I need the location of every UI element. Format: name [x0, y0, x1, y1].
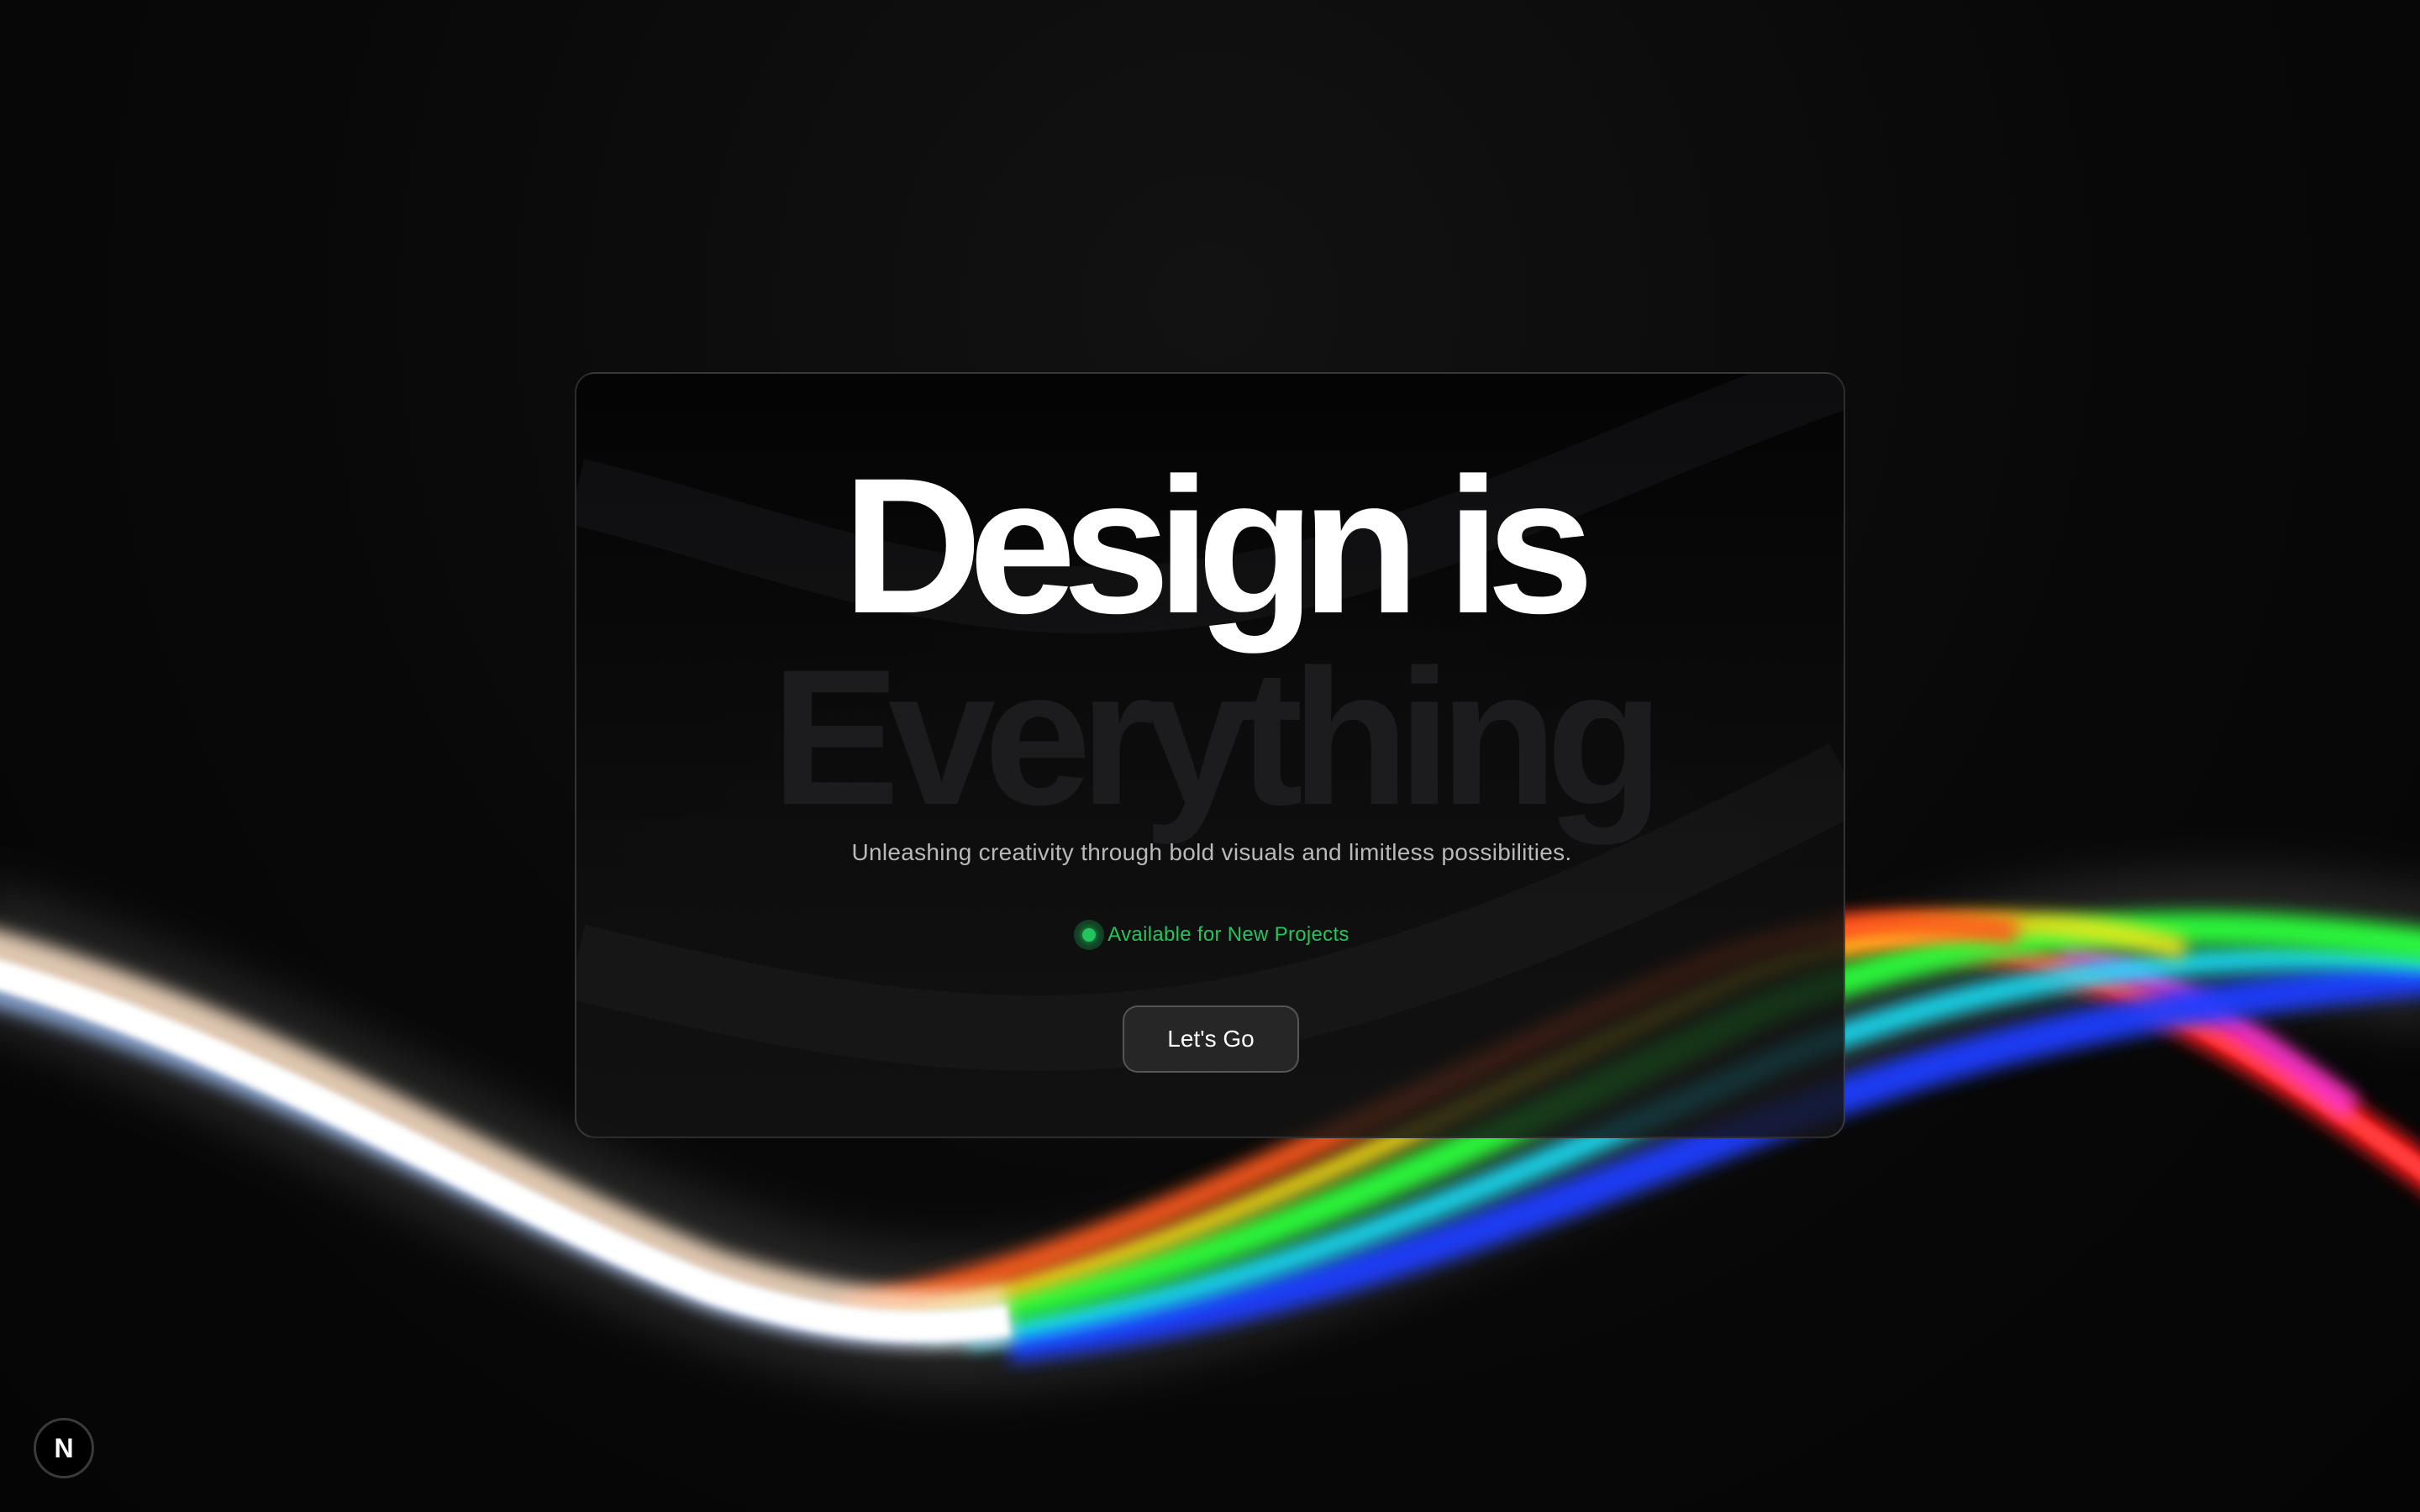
hero-page: Design is Everything Unleashing creativi…	[0, 0, 2420, 1512]
headline-secondary: Everything	[771, 629, 1665, 845]
headline-primary: Design is	[842, 438, 1595, 654]
status-text: Available for New Projects	[1107, 923, 1349, 946]
availability-status: Available for New Projects	[576, 920, 1844, 950]
badge-letter: N	[54, 1432, 74, 1463]
nextjs-logo-icon[interactable]: N	[34, 1418, 94, 1478]
hero-card: Design is Everything Unleashing creativi…	[575, 372, 1845, 1138]
lets-go-button[interactable]: Let's Go	[1123, 1005, 1299, 1073]
hero-subtitle: Unleashing creativity through bold visua…	[851, 839, 1572, 865]
status-dot-icon	[1074, 920, 1105, 950]
